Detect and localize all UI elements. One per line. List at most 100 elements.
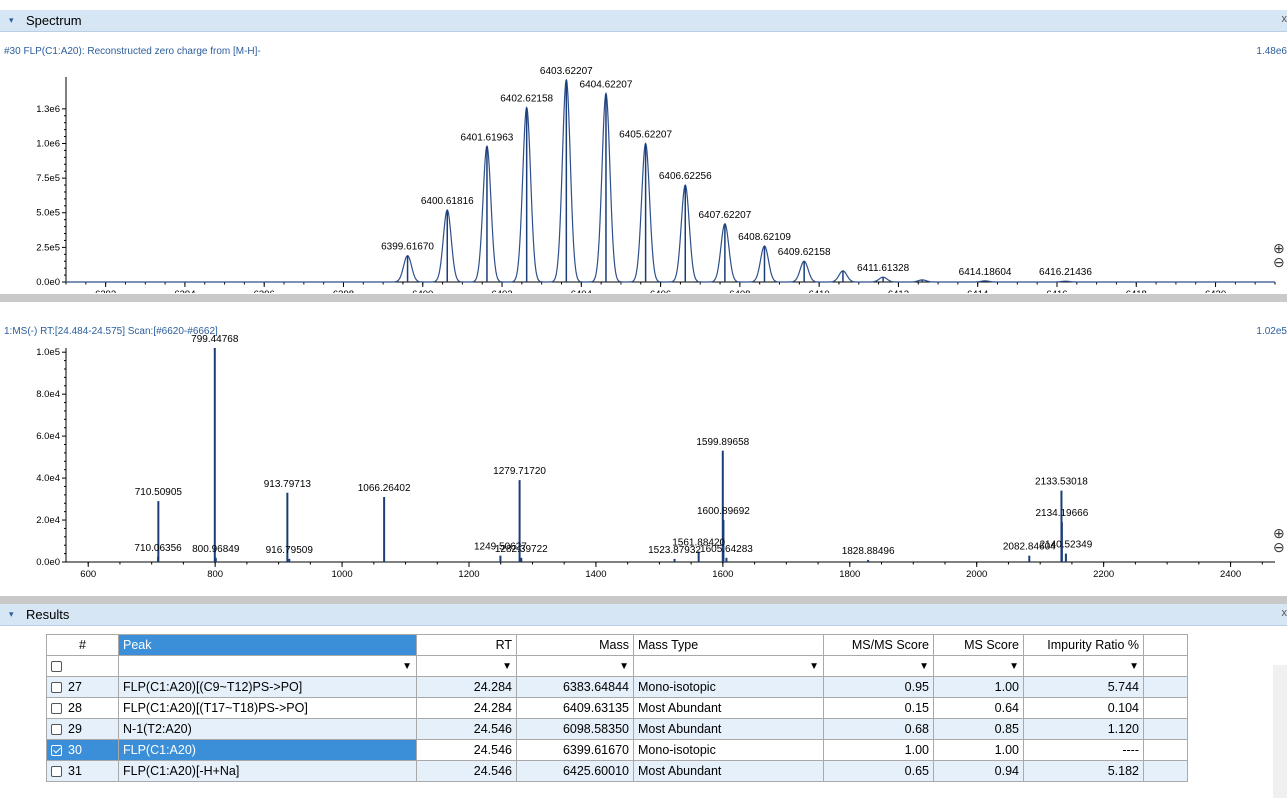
close-icon[interactable]: x: [1282, 13, 1287, 25]
row-index-cell[interactable]: 29: [46, 718, 119, 740]
impurity-ratio-cell[interactable]: 0.104: [1023, 697, 1144, 719]
table-row-selected[interactable]: 30 FLP(C1:A20) 24.546 6399.61670 Mono-is…: [46, 739, 1188, 761]
x-tick-label: 1000: [332, 569, 353, 580]
column-header-peak[interactable]: Peak: [118, 634, 417, 656]
table-row[interactable]: 28 FLP(C1:A20)[(T17~T18)PS->PO] 24.284 6…: [46, 697, 1188, 719]
filter-cell-peak[interactable]: ▼: [118, 655, 417, 677]
msms-score-cell[interactable]: 0.95: [823, 676, 934, 698]
peak-cell[interactable]: FLP(C1:A20): [118, 739, 417, 761]
table-row[interactable]: 31 FLP(C1:A20)[-H+Na] 24.546 6425.60010 …: [46, 760, 1188, 782]
row-checkbox[interactable]: [51, 682, 62, 694]
filter-icon[interactable]: ▼: [123, 661, 412, 672]
column-header-ms-score[interactable]: MS Score: [933, 634, 1024, 656]
x-tick-label: 1400: [585, 569, 606, 580]
msms-score-cell[interactable]: 0.68: [823, 718, 934, 740]
mass-cell[interactable]: 6409.63135: [516, 697, 634, 719]
peak-label: 6408.62109: [738, 232, 791, 243]
row-checkbox[interactable]: [51, 766, 62, 778]
msms-score-cell[interactable]: 0.15: [823, 697, 934, 719]
filter-cell-rt[interactable]: ▼: [416, 655, 517, 677]
rt-cell[interactable]: 24.546: [416, 739, 517, 761]
ms-spectrum-plot[interactable]: 1:MS(-) RT:[24.484-24.575] Scan:[#6620-#…: [0, 323, 1287, 595]
peak-cell[interactable]: FLP(C1:A20)[(C9~T12)PS->PO]: [118, 676, 417, 698]
spectrum-panel-header[interactable]: ▾ Spectrum x: [0, 10, 1287, 32]
mass-cell[interactable]: 6098.58350: [516, 718, 634, 740]
row-index-cell[interactable]: 31: [46, 760, 119, 782]
y-tick-label: 1.0e5: [36, 347, 60, 358]
empty-cell: [1143, 760, 1188, 782]
impurity-ratio-cell[interactable]: ----: [1023, 739, 1144, 761]
close-icon[interactable]: x: [1282, 607, 1287, 619]
filter-icon[interactable]: ▼: [421, 661, 512, 672]
plot-splitter[interactable]: [0, 294, 1287, 302]
ms-score-cell[interactable]: 0.94: [933, 760, 1024, 782]
impurity-ratio-cell[interactable]: 5.744: [1023, 676, 1144, 698]
filter-icon[interactable]: ▼: [521, 661, 629, 672]
mass-type-cell[interactable]: Mono-isotopic: [633, 676, 824, 698]
column-header-rt[interactable]: RT: [416, 634, 517, 656]
row-checkbox[interactable]: [51, 724, 62, 736]
results-panel-header[interactable]: ▾ Results x: [0, 604, 1287, 626]
spectrum-chart-svg[interactable]: 0.0e0 2.5e5 5.0e5 7.5e5 1.0e6 1.3e6 6392 6394 63…: [0, 43, 1287, 293]
impurity-ratio-cell[interactable]: 5.182: [1023, 760, 1144, 782]
collapse-caret-icon[interactable]: ▾: [9, 15, 14, 26]
zoom-in-icon[interactable]: ⊕: [1273, 526, 1287, 540]
ms-score-cell[interactable]: 1.00: [933, 739, 1024, 761]
column-header-mass[interactable]: Mass: [516, 634, 634, 656]
vertical-scrollbar[interactable]: [1273, 665, 1287, 798]
filter-cell-mass-type[interactable]: ▼: [633, 655, 824, 677]
column-header-impurity-ratio[interactable]: Impurity Ratio %: [1023, 634, 1144, 656]
filter-cell-impurity-ratio[interactable]: ▼: [1023, 655, 1144, 677]
mass-cell[interactable]: 6399.61670: [516, 739, 634, 761]
column-header-mass-type[interactable]: Mass Type: [633, 634, 824, 656]
select-all-checkbox[interactable]: [51, 661, 62, 673]
zoom-out-icon[interactable]: ⊖: [1273, 540, 1287, 554]
peak-label: 710.50905: [135, 487, 183, 498]
rt-cell[interactable]: 24.546: [416, 760, 517, 782]
rt-cell[interactable]: 24.284: [416, 697, 517, 719]
filter-cell-empty: [1143, 655, 1188, 677]
mass-type-cell[interactable]: Most Abundant: [633, 697, 824, 719]
rt-cell[interactable]: 24.284: [416, 676, 517, 698]
collapse-caret-icon[interactable]: ▾: [9, 609, 14, 620]
mass-type-cell[interactable]: Mono-isotopic: [633, 739, 824, 761]
mass-cell[interactable]: 6383.64844: [516, 676, 634, 698]
filter-cell-mass[interactable]: ▼: [516, 655, 634, 677]
peak-cell[interactable]: N-1(T2:A20): [118, 718, 417, 740]
column-header-index[interactable]: #: [46, 634, 119, 656]
rt-cell[interactable]: 24.546: [416, 718, 517, 740]
peak-label: 6404.62207: [580, 80, 633, 91]
peak-label: 1279.71720: [493, 466, 546, 477]
panel-splitter[interactable]: [0, 596, 1287, 604]
ms-chart-svg[interactable]: 0.0e0 2.0e4 4.0e4 6.0e4 8.0e4 1.0e5 600 800 1000…: [0, 323, 1287, 595]
msms-score-cell[interactable]: 0.65: [823, 760, 934, 782]
peak-cell[interactable]: FLP(C1:A20)[-H+Na]: [118, 760, 417, 782]
mass-type-cell[interactable]: Most Abundant: [633, 718, 824, 740]
filter-cell-msms-score[interactable]: ▼: [823, 655, 934, 677]
row-checkbox[interactable]: [51, 703, 62, 715]
msms-score-cell[interactable]: 1.00: [823, 739, 934, 761]
row-index-cell[interactable]: 28: [46, 697, 119, 719]
impurity-ratio-cell[interactable]: 1.120: [1023, 718, 1144, 740]
mass-type-cell[interactable]: Most Abundant: [633, 760, 824, 782]
zero-charge-spectrum-plot[interactable]: #30 FLP(C1:A20): Reconstructed zero char…: [0, 43, 1287, 293]
table-row[interactable]: 29 N-1(T2:A20) 24.546 6098.58350 Most Ab…: [46, 718, 1188, 740]
filter-select-all-cell[interactable]: [46, 655, 119, 677]
column-header-msms-score[interactable]: MS/MS Score: [823, 634, 934, 656]
row-index-cell[interactable]: 27: [46, 676, 119, 698]
row-index-cell[interactable]: 30: [46, 739, 119, 761]
mass-cell[interactable]: 6425.60010: [516, 760, 634, 782]
zoom-in-icon[interactable]: ⊕: [1273, 241, 1287, 255]
filter-icon[interactable]: ▼: [1028, 661, 1139, 672]
filter-icon[interactable]: ▼: [938, 661, 1019, 672]
zoom-out-icon[interactable]: ⊖: [1273, 255, 1287, 269]
ms-score-cell[interactable]: 0.64: [933, 697, 1024, 719]
ms-score-cell[interactable]: 0.85: [933, 718, 1024, 740]
table-row[interactable]: 27 FLP(C1:A20)[(C9~T12)PS->PO] 24.284 63…: [46, 676, 1188, 698]
peak-cell[interactable]: FLP(C1:A20)[(T17~T18)PS->PO]: [118, 697, 417, 719]
row-checkbox-checked[interactable]: [51, 745, 62, 757]
filter-cell-ms-score[interactable]: ▼: [933, 655, 1024, 677]
filter-icon[interactable]: ▼: [638, 661, 819, 672]
filter-icon[interactable]: ▼: [828, 661, 929, 672]
ms-score-cell[interactable]: 1.00: [933, 676, 1024, 698]
